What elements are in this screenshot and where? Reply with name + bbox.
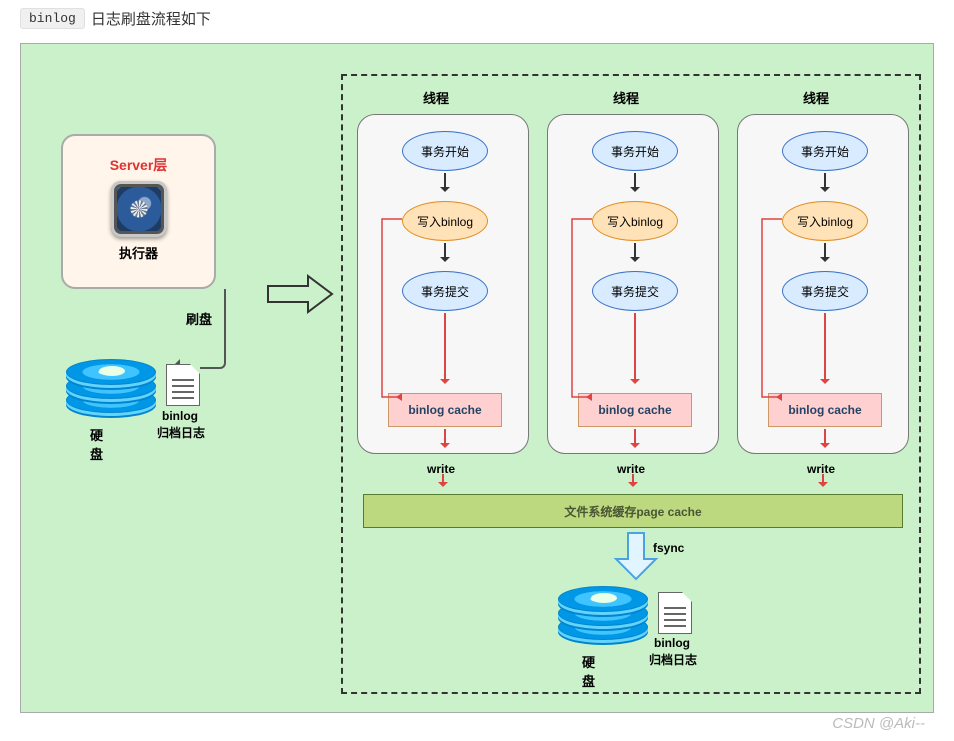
down-arrow-icon (611, 531, 661, 586)
server-layer-label: Server层 (110, 155, 168, 175)
title-text: 日志刷盘流程如下 (91, 8, 211, 29)
file-title-left: binlog (162, 409, 198, 423)
step-write-binlog: 写入binlog (592, 201, 678, 241)
gear-icon (111, 181, 167, 237)
thread-col-1: 事务开始 写入binlog 事务提交 binlog cache (357, 114, 529, 454)
executor-label: 执行器 (119, 243, 158, 262)
big-arrow-icon (266, 274, 336, 319)
file-icon-bottom (658, 592, 692, 634)
step-write-binlog: 写入binlog (402, 201, 488, 241)
thread-title-1: 线程 (423, 88, 449, 107)
thread-title-2: 线程 (613, 88, 639, 107)
file-sub-left: 归档日志 (157, 424, 205, 441)
file-icon-left (166, 364, 200, 406)
step-start: 事务开始 (592, 131, 678, 171)
file-title-bottom: binlog (654, 636, 690, 650)
binlog-cache: binlog cache (578, 393, 692, 427)
step-commit: 事务提交 (782, 271, 868, 311)
side-path-icon (370, 217, 404, 415)
threads-zone: 线程 线程 线程 事务开始 写入binlog 事务提交 binlog cache… (341, 74, 921, 694)
step-write-binlog: 写入binlog (782, 201, 868, 241)
write-label-2: write (617, 462, 645, 476)
flush-connector (176, 289, 226, 369)
write-label-3: write (807, 462, 835, 476)
step-commit: 事务提交 (592, 271, 678, 311)
disk-label-bottom: 硬盘 (582, 652, 595, 690)
step-start: 事务开始 (402, 131, 488, 171)
thread-title-3: 线程 (803, 88, 829, 107)
server-box: Server层 执行器 (61, 134, 216, 289)
disk-label-left: 硬盘 (90, 425, 103, 463)
step-commit: 事务提交 (402, 271, 488, 311)
binlog-cache: binlog cache (388, 393, 502, 427)
diagram-stage: Server层 执行器 刷盘 硬盘 binlog 归档日志 线程 线程 线程 事… (20, 43, 934, 713)
side-path-icon (560, 217, 594, 415)
side-path-icon (750, 217, 784, 415)
page-cache-box: 文件系统缓存page cache (363, 494, 903, 528)
thread-col-2: 事务开始 写入binlog 事务提交 binlog cache (547, 114, 719, 454)
flush-label: 刷盘 (186, 309, 212, 328)
watermark: CSDN @Aki-- (832, 715, 925, 732)
thread-col-3: 事务开始 写入binlog 事务提交 binlog cache (737, 114, 909, 454)
write-label-1: write (427, 462, 455, 476)
code-chip-binlog: binlog (20, 8, 85, 29)
step-start: 事务开始 (782, 131, 868, 171)
title-bar: binlog 日志刷盘流程如下 (0, 0, 954, 37)
binlog-cache: binlog cache (768, 393, 882, 427)
file-sub-bottom: 归档日志 (649, 651, 697, 668)
